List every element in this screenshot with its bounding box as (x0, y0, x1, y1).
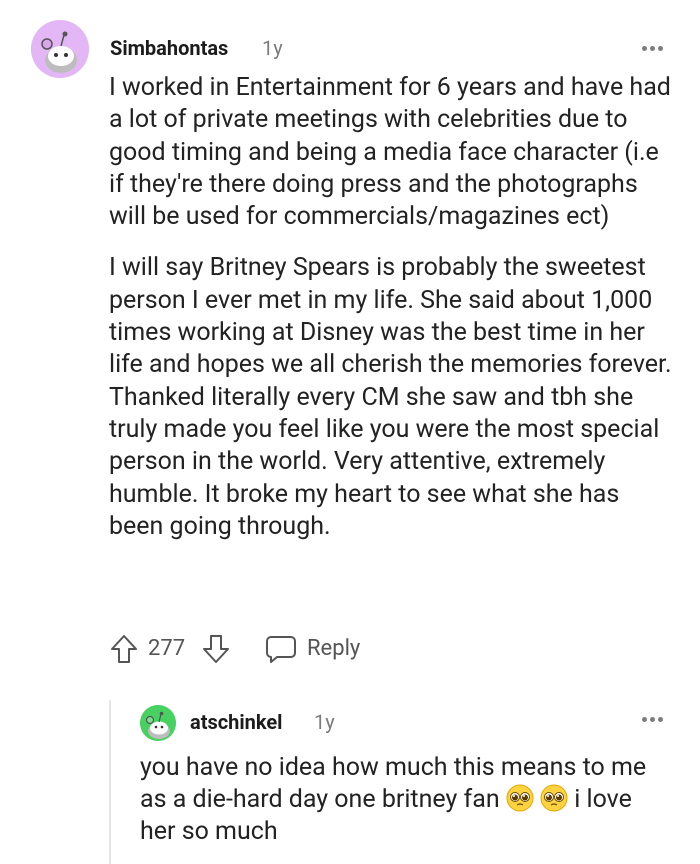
pleading-face-icon (506, 784, 534, 812)
reply-body: you have no idea how much this means to … (140, 752, 670, 848)
reply-label: Reply (307, 636, 361, 661)
vote-count: 277 (148, 636, 186, 661)
comment-author[interactable]: atschinkel (190, 710, 282, 734)
comment-paragraph: I worked in Entertainment for 6 years an… (109, 73, 671, 232)
comment-paragraph: I will say Britney Spears is probably th… (109, 253, 672, 541)
downvote-arrow-icon[interactable] (200, 633, 232, 665)
more-options-icon[interactable] (642, 46, 664, 52)
reply-button[interactable]: Reply (265, 633, 375, 667)
pleading-face-icon (540, 784, 568, 812)
more-options-icon[interactable] (642, 717, 664, 723)
comment-author[interactable]: Simbahontas (110, 36, 228, 60)
comment-actions: 277 Reply (108, 630, 408, 670)
avatar[interactable] (140, 705, 176, 741)
reply-bubble-icon (266, 636, 296, 663)
avatar[interactable] (31, 20, 89, 78)
snoo-avatar-icon (140, 705, 176, 741)
upvote-arrow-icon[interactable] (108, 633, 140, 665)
comment-age: 1y (314, 710, 335, 734)
comment-body: I worked in Entertainment for 6 years an… (109, 72, 679, 562)
snoo-avatar-icon (31, 20, 89, 78)
thread-line[interactable] (109, 700, 111, 864)
comment-age: 1y (262, 36, 283, 60)
